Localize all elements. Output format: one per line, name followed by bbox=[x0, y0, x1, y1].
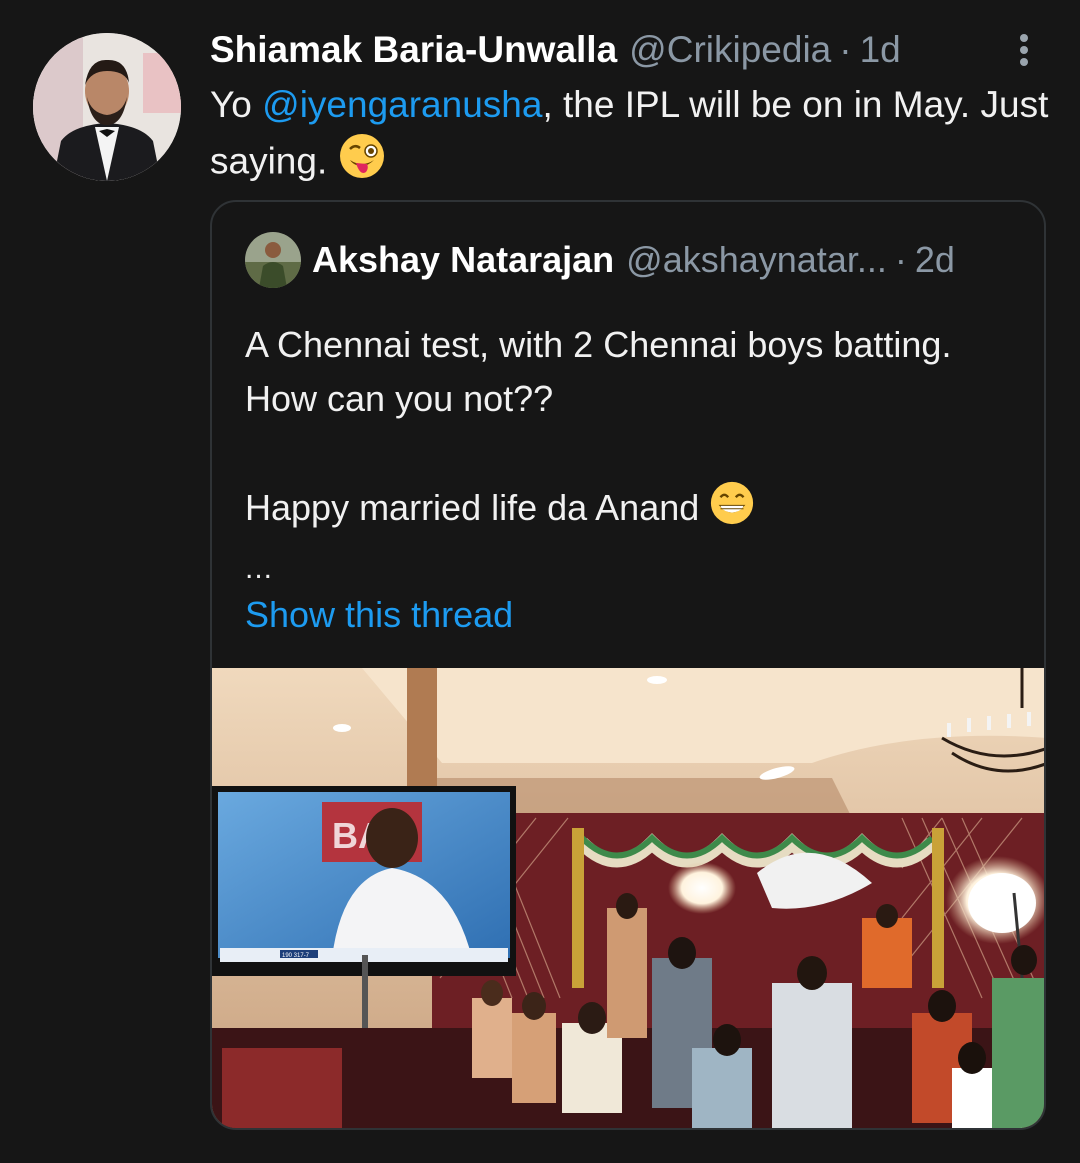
mention-link[interactable]: @iyengaranusha bbox=[262, 84, 542, 125]
quoted-header-separator: · bbox=[894, 239, 907, 280]
quoted-text-line2: Happy married life da Anand bbox=[245, 487, 700, 529]
quoted-tweet-image[interactable]: BA 190 317-7 bbox=[212, 668, 1044, 1128]
author-handle[interactable]: @Crikipedia bbox=[629, 29, 831, 71]
winking-face-with-tongue-icon bbox=[338, 132, 386, 195]
tweet-header: Shiamak Baria-Unwalla @Crikipedia · 1d bbox=[210, 22, 901, 78]
tv-score: 190 317-7 bbox=[282, 953, 310, 959]
tweet-text: Yo @iyengaranusha, the IPL will be on in… bbox=[210, 78, 1060, 195]
tweet-text-prefix: Yo bbox=[210, 84, 263, 125]
grinning-face-with-teeth-icon bbox=[709, 480, 755, 541]
quoted-author-avatar[interactable] bbox=[245, 232, 301, 288]
quoted-tweet-text: A Chennai test, with 2 Chennai boys batt… bbox=[245, 318, 1025, 541]
show-this-thread-link[interactable]: Show this thread bbox=[245, 594, 513, 636]
quoted-author-display-name[interactable]: Akshay Natarajan bbox=[312, 239, 614, 281]
quoted-tweet-header: Akshay Natarajan @akshaynatar... · 2d bbox=[312, 232, 955, 288]
quoted-author-handle[interactable]: @akshaynatar... bbox=[626, 239, 887, 281]
quoted-text-ellipsis: ... bbox=[245, 552, 274, 585]
author-avatar[interactable] bbox=[33, 33, 181, 181]
more-options-icon[interactable] bbox=[1004, 30, 1044, 70]
author-display-name[interactable]: Shiamak Baria-Unwalla bbox=[210, 29, 617, 71]
header-separator: · bbox=[839, 29, 852, 70]
tweet: Shiamak Baria-Unwalla @Crikipedia · 1d Y… bbox=[0, 0, 1080, 1163]
quoted-tweet[interactable]: Akshay Natarajan @akshaynatar... · 2d A … bbox=[210, 200, 1046, 1130]
tweet-timestamp[interactable]: 1d bbox=[860, 29, 901, 71]
quoted-text-line1: A Chennai test, with 2 Chennai boys batt… bbox=[245, 324, 952, 419]
quoted-timestamp[interactable]: 2d bbox=[915, 239, 955, 281]
